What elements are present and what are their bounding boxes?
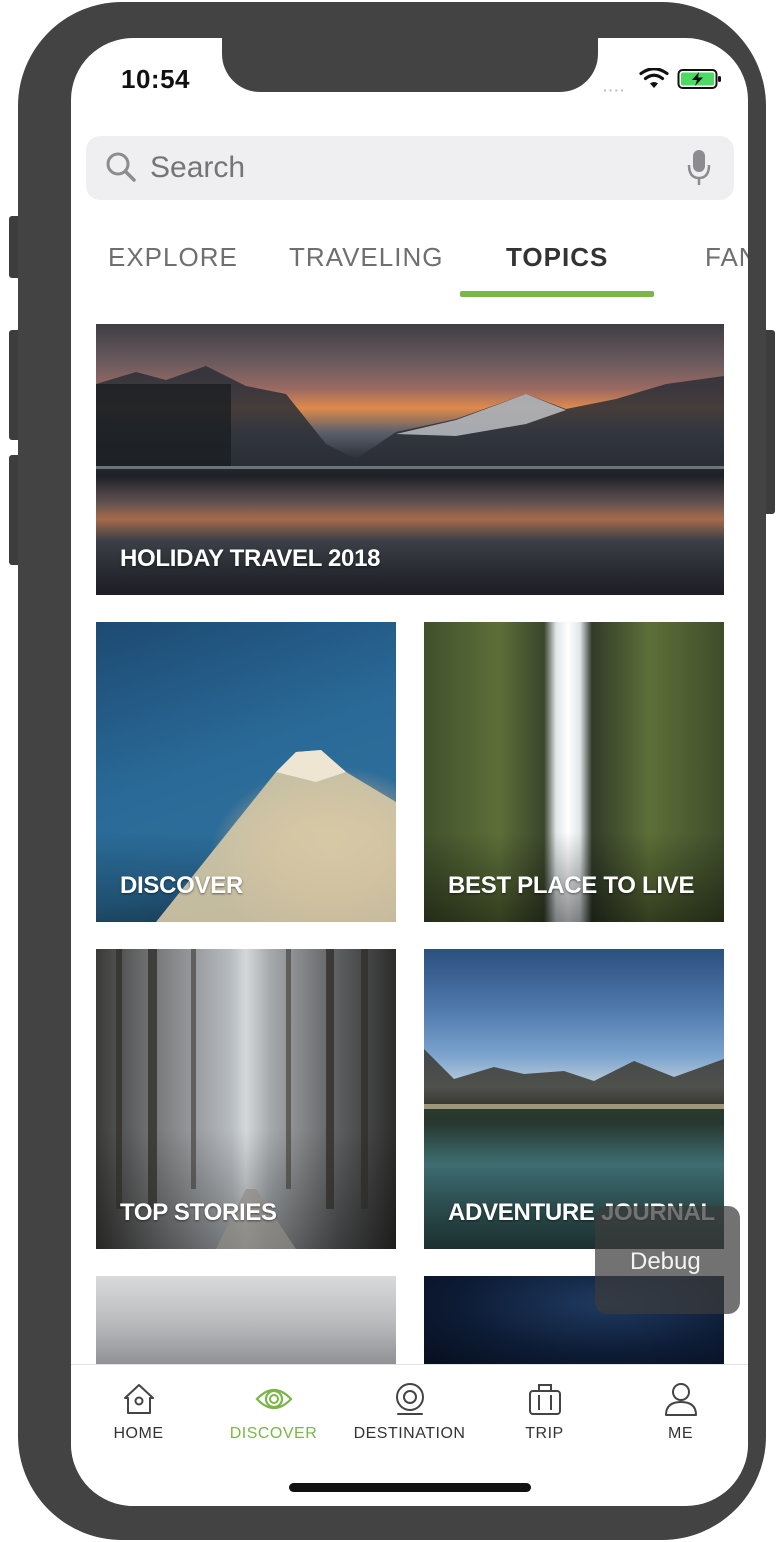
microphone-icon[interactable]	[686, 148, 712, 188]
topic-card-adventure-journal[interactable]: ADVENTURE JOURNAL	[424, 949, 724, 1249]
battery-charging-icon	[677, 69, 721, 89]
home-indicator	[289, 1483, 531, 1492]
topic-card-top-stories[interactable]: TOP STORIES	[96, 949, 396, 1249]
tab-explore[interactable]: EXPLORE	[108, 242, 238, 273]
screen: 10:54 ···· EXP	[71, 38, 748, 1506]
tab-bar-discover[interactable]: DISCOVER	[206, 1365, 341, 1465]
suitcase-icon	[528, 1384, 561, 1415]
tab-bar-me[interactable]: ME	[613, 1365, 748, 1465]
phone-frame: 10:54 ···· EXP	[18, 2, 766, 1540]
tab-bar-home[interactable]: HOME	[71, 1365, 206, 1465]
tab-topics[interactable]: TOPICS	[506, 242, 608, 273]
topic-label: BEST PLACE TO LIVE	[448, 872, 695, 899]
signal-dots: ····	[603, 82, 626, 98]
wifi-icon	[639, 68, 669, 88]
tab-bar-label: HOME	[113, 1425, 164, 1442]
topic-card-discover[interactable]: DISCOVER	[96, 622, 396, 922]
user-icon	[664, 1383, 697, 1416]
active-tab-indicator	[460, 291, 654, 297]
debug-button[interactable]: Debug	[595, 1206, 740, 1314]
search-input[interactable]	[150, 136, 670, 200]
tab-traveling[interactable]: TRAVELING	[289, 242, 443, 273]
tab-bar-label: TRIP	[525, 1425, 564, 1442]
search-icon	[106, 152, 136, 182]
home-icon	[123, 1384, 154, 1414]
bottom-tab-bar: HOME DISCOVER DESTINATION TRIP ME	[71, 1364, 748, 1465]
tab-bar-destination[interactable]: DESTINATION	[342, 1365, 477, 1465]
tab-bar-label: DESTINATION	[353, 1425, 466, 1442]
eye-icon	[254, 1388, 293, 1410]
notch	[222, 38, 598, 92]
debug-label: Debug	[630, 1248, 701, 1275]
location-icon	[395, 1383, 424, 1415]
topic-card-holiday-travel[interactable]: HOLIDAY TRAVEL 2018	[96, 324, 724, 595]
topic-label: DISCOVER	[120, 872, 243, 899]
topic-card-cloudy-mountains[interactable]	[96, 1276, 396, 1366]
tab-fan[interactable]: FAN	[705, 242, 748, 273]
tab-bar-trip[interactable]: TRIP	[477, 1365, 612, 1465]
tab-bar-label: DISCOVER	[229, 1425, 318, 1442]
tab-bar-label: ME	[668, 1425, 693, 1442]
topic-card-best-place[interactable]: BEST PLACE TO LIVE	[424, 622, 724, 922]
search-bar[interactable]	[86, 136, 734, 200]
status-time: 10:54	[121, 64, 190, 94]
topic-label: TOP STORIES	[120, 1199, 277, 1226]
topic-label: HOLIDAY TRAVEL 2018	[120, 545, 381, 572]
